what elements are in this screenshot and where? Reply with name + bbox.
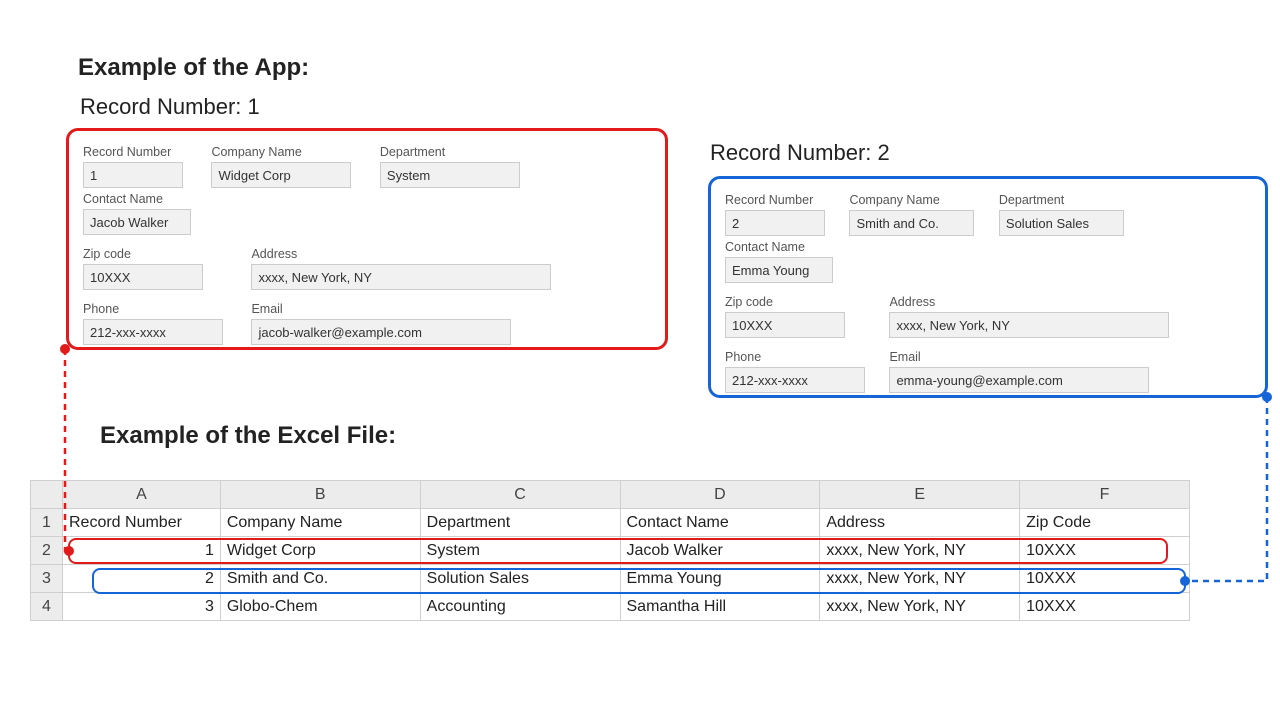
connector-dot (1180, 576, 1190, 586)
col-header[interactable]: B (220, 481, 420, 509)
cell[interactable]: Zip Code (1020, 509, 1190, 537)
cell[interactable]: Solution Sales (420, 565, 620, 593)
input-address[interactable]: xxxx, New York, NY (889, 312, 1169, 338)
input-department[interactable]: Solution Sales (999, 210, 1124, 236)
cell[interactable]: Samantha Hill (620, 593, 820, 621)
table-row: 2 1 Widget Corp System Jacob Walker xxxx… (31, 537, 1190, 565)
input-company-name[interactable]: Widget Corp (211, 162, 351, 188)
table-row: 4 3 Globo-Chem Accounting Samantha Hill … (31, 593, 1190, 621)
input-email[interactable]: jacob-walker@example.com (251, 319, 511, 345)
label-contact-name: Contact Name (725, 240, 835, 254)
row-header[interactable]: 1 (31, 509, 63, 537)
label-zip: Zip code (83, 247, 233, 261)
input-phone[interactable]: 212-xxx-xxxx (83, 319, 223, 345)
input-email[interactable]: emma-young@example.com (889, 367, 1149, 393)
cell[interactable]: Globo-Chem (220, 593, 420, 621)
row-header[interactable]: 2 (31, 537, 63, 565)
cell[interactable]: Accounting (420, 593, 620, 621)
label-email: Email (889, 350, 1189, 364)
label-contact-name: Contact Name (83, 192, 193, 206)
label-address: Address (889, 295, 1189, 309)
col-header[interactable]: E (820, 481, 1020, 509)
column-header-row: A B C D E F (31, 481, 1190, 509)
label-address: Address (251, 247, 571, 261)
table-row: 3 2 Smith and Co. Solution Sales Emma Yo… (31, 565, 1190, 593)
input-contact-name[interactable]: Jacob Walker (83, 209, 191, 235)
cell[interactable]: Emma Young (620, 565, 820, 593)
cell[interactable]: 3 (62, 593, 220, 621)
cell[interactable]: xxxx, New York, NY (820, 565, 1020, 593)
cell[interactable]: xxxx, New York, NY (820, 593, 1020, 621)
input-department[interactable]: System (380, 162, 520, 188)
cell[interactable]: Jacob Walker (620, 537, 820, 565)
heading-excel: Example of the Excel File: (100, 422, 396, 450)
cell[interactable]: xxxx, New York, NY (820, 537, 1020, 565)
spreadsheet: A B C D E F 1 Record Number Company Name… (30, 480, 1190, 621)
form-record-1: Record Number 1 Company Name Widget Corp… (66, 128, 668, 350)
row-header[interactable]: 4 (31, 593, 63, 621)
corner-cell (31, 481, 63, 509)
cell[interactable]: Record Number (62, 509, 220, 537)
cell[interactable]: 10XXX (1020, 537, 1190, 565)
label-email: Email (251, 302, 571, 316)
connector-dot (1262, 392, 1272, 402)
cell[interactable]: 10XXX (1020, 565, 1190, 593)
input-zip[interactable]: 10XXX (83, 264, 203, 290)
col-header[interactable]: A (62, 481, 220, 509)
label-record-number: Record Number (725, 193, 835, 207)
col-header[interactable]: C (420, 481, 620, 509)
label-record-number: Record Number (83, 145, 193, 159)
cell[interactable]: 10XXX (1020, 593, 1190, 621)
label-phone: Phone (725, 350, 875, 364)
record-label-1: Record Number: 1 (80, 94, 260, 120)
row-header[interactable]: 3 (31, 565, 63, 593)
heading-app: Example of the App: (78, 54, 309, 82)
cell[interactable]: Widget Corp (220, 537, 420, 565)
input-record-number[interactable]: 1 (83, 162, 183, 188)
connector-dot (60, 344, 70, 354)
record-label-2: Record Number: 2 (710, 140, 890, 166)
cell[interactable]: Address (820, 509, 1020, 537)
cell[interactable]: 2 (62, 565, 220, 593)
cell[interactable]: Contact Name (620, 509, 820, 537)
label-department: Department (380, 145, 530, 159)
input-contact-name[interactable]: Emma Young (725, 257, 833, 283)
label-phone: Phone (83, 302, 233, 316)
table-row: 1 Record Number Company Name Department … (31, 509, 1190, 537)
label-zip: Zip code (725, 295, 875, 309)
cell[interactable]: Department (420, 509, 620, 537)
input-address[interactable]: xxxx, New York, NY (251, 264, 551, 290)
cell[interactable]: Company Name (220, 509, 420, 537)
input-company-name[interactable]: Smith and Co. (849, 210, 974, 236)
input-phone[interactable]: 212-xxx-xxxx (725, 367, 865, 393)
input-record-number[interactable]: 2 (725, 210, 825, 236)
col-header[interactable]: D (620, 481, 820, 509)
cell[interactable]: 1 (62, 537, 220, 565)
label-company-name: Company Name (211, 145, 361, 159)
col-header[interactable]: F (1020, 481, 1190, 509)
form-record-2: Record Number 2 Company Name Smith and C… (708, 176, 1268, 398)
input-zip[interactable]: 10XXX (725, 312, 845, 338)
connector-dot (64, 546, 74, 556)
cell[interactable]: Smith and Co. (220, 565, 420, 593)
label-department: Department (999, 193, 1134, 207)
label-company-name: Company Name (849, 193, 984, 207)
cell[interactable]: System (420, 537, 620, 565)
